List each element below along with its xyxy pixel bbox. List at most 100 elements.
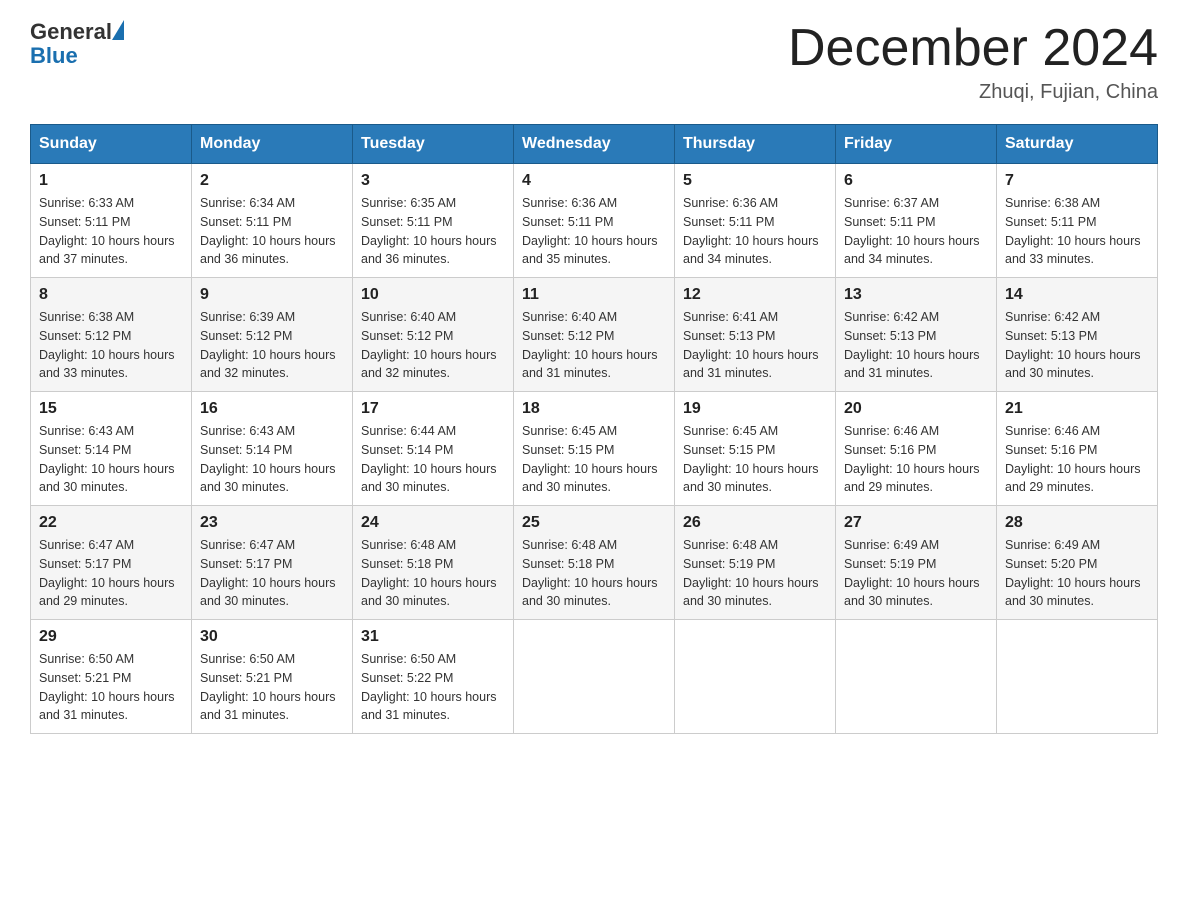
day-number: 30 [200,628,344,646]
day-number: 27 [844,514,988,532]
calendar-week-row: 8 Sunrise: 6:38 AMSunset: 5:12 PMDayligh… [31,278,1158,392]
day-number: 19 [683,400,827,418]
day-number: 7 [1005,172,1149,190]
day-info: Sunrise: 6:48 AMSunset: 5:19 PMDaylight:… [683,536,827,611]
day-info: Sunrise: 6:47 AMSunset: 5:17 PMDaylight:… [200,536,344,611]
calendar-day-cell: 3 Sunrise: 6:35 AMSunset: 5:11 PMDayligh… [353,164,514,278]
day-info: Sunrise: 6:38 AMSunset: 5:11 PMDaylight:… [1005,194,1149,269]
calendar-day-cell: 29 Sunrise: 6:50 AMSunset: 5:21 PMDaylig… [31,620,192,734]
day-number: 18 [522,400,666,418]
day-info: Sunrise: 6:36 AMSunset: 5:11 PMDaylight:… [522,194,666,269]
calendar-day-cell: 6 Sunrise: 6:37 AMSunset: 5:11 PMDayligh… [836,164,997,278]
logo-triangle-icon [112,20,124,40]
day-number: 13 [844,286,988,304]
day-number: 16 [200,400,344,418]
day-info: Sunrise: 6:40 AMSunset: 5:12 PMDaylight:… [361,308,505,383]
day-number: 5 [683,172,827,190]
calendar-day-cell: 30 Sunrise: 6:50 AMSunset: 5:21 PMDaylig… [192,620,353,734]
calendar-day-cell: 11 Sunrise: 6:40 AMSunset: 5:12 PMDaylig… [514,278,675,392]
day-number: 20 [844,400,988,418]
calendar-day-cell: 27 Sunrise: 6:49 AMSunset: 5:19 PMDaylig… [836,506,997,620]
day-number: 29 [39,628,183,646]
calendar-day-cell: 17 Sunrise: 6:44 AMSunset: 5:14 PMDaylig… [353,392,514,506]
calendar-day-cell: 31 Sunrise: 6:50 AMSunset: 5:22 PMDaylig… [353,620,514,734]
day-number: 2 [200,172,344,190]
day-info: Sunrise: 6:50 AMSunset: 5:21 PMDaylight:… [200,650,344,725]
day-info: Sunrise: 6:48 AMSunset: 5:18 PMDaylight:… [361,536,505,611]
day-number: 14 [1005,286,1149,304]
day-info: Sunrise: 6:34 AMSunset: 5:11 PMDaylight:… [200,194,344,269]
day-number: 28 [1005,514,1149,532]
day-number: 25 [522,514,666,532]
title-area: December 2024 Zhuqi, Fujian, China [788,20,1158,104]
calendar-day-cell: 19 Sunrise: 6:45 AMSunset: 5:15 PMDaylig… [675,392,836,506]
calendar-week-row: 1 Sunrise: 6:33 AMSunset: 5:11 PMDayligh… [31,164,1158,278]
day-number: 10 [361,286,505,304]
logo-blue: Blue [30,44,124,68]
day-number: 11 [522,286,666,304]
calendar-day-cell [997,620,1158,734]
day-number: 24 [361,514,505,532]
header-tuesday: Tuesday [353,125,514,164]
day-info: Sunrise: 6:43 AMSunset: 5:14 PMDaylight:… [200,422,344,497]
calendar-day-cell: 23 Sunrise: 6:47 AMSunset: 5:17 PMDaylig… [192,506,353,620]
day-number: 3 [361,172,505,190]
day-number: 12 [683,286,827,304]
day-number: 31 [361,628,505,646]
day-info: Sunrise: 6:50 AMSunset: 5:22 PMDaylight:… [361,650,505,725]
day-number: 6 [844,172,988,190]
calendar-day-cell: 14 Sunrise: 6:42 AMSunset: 5:13 PMDaylig… [997,278,1158,392]
day-number: 26 [683,514,827,532]
day-number: 22 [39,514,183,532]
day-info: Sunrise: 6:46 AMSunset: 5:16 PMDaylight:… [1005,422,1149,497]
day-info: Sunrise: 6:42 AMSunset: 5:13 PMDaylight:… [844,308,988,383]
day-info: Sunrise: 6:45 AMSunset: 5:15 PMDaylight:… [683,422,827,497]
calendar-day-cell: 15 Sunrise: 6:43 AMSunset: 5:14 PMDaylig… [31,392,192,506]
day-number: 15 [39,400,183,418]
day-info: Sunrise: 6:47 AMSunset: 5:17 PMDaylight:… [39,536,183,611]
day-info: Sunrise: 6:49 AMSunset: 5:20 PMDaylight:… [1005,536,1149,611]
day-number: 8 [39,286,183,304]
header-monday: Monday [192,125,353,164]
calendar-day-cell: 18 Sunrise: 6:45 AMSunset: 5:15 PMDaylig… [514,392,675,506]
day-number: 4 [522,172,666,190]
calendar-day-cell: 26 Sunrise: 6:48 AMSunset: 5:19 PMDaylig… [675,506,836,620]
day-number: 23 [200,514,344,532]
day-info: Sunrise: 6:50 AMSunset: 5:21 PMDaylight:… [39,650,183,725]
day-info: Sunrise: 6:49 AMSunset: 5:19 PMDaylight:… [844,536,988,611]
day-info: Sunrise: 6:37 AMSunset: 5:11 PMDaylight:… [844,194,988,269]
day-info: Sunrise: 6:36 AMSunset: 5:11 PMDaylight:… [683,194,827,269]
calendar-day-cell: 5 Sunrise: 6:36 AMSunset: 5:11 PMDayligh… [675,164,836,278]
calendar-day-cell [836,620,997,734]
calendar-day-cell: 2 Sunrise: 6:34 AMSunset: 5:11 PMDayligh… [192,164,353,278]
day-info: Sunrise: 6:35 AMSunset: 5:11 PMDaylight:… [361,194,505,269]
calendar-day-cell: 22 Sunrise: 6:47 AMSunset: 5:17 PMDaylig… [31,506,192,620]
header-friday: Friday [836,125,997,164]
day-info: Sunrise: 6:38 AMSunset: 5:12 PMDaylight:… [39,308,183,383]
day-info: Sunrise: 6:44 AMSunset: 5:14 PMDaylight:… [361,422,505,497]
day-info: Sunrise: 6:48 AMSunset: 5:18 PMDaylight:… [522,536,666,611]
day-number: 1 [39,172,183,190]
calendar-day-cell: 16 Sunrise: 6:43 AMSunset: 5:14 PMDaylig… [192,392,353,506]
header-thursday: Thursday [675,125,836,164]
calendar-week-row: 29 Sunrise: 6:50 AMSunset: 5:21 PMDaylig… [31,620,1158,734]
calendar-day-cell: 4 Sunrise: 6:36 AMSunset: 5:11 PMDayligh… [514,164,675,278]
day-number: 9 [200,286,344,304]
day-info: Sunrise: 6:33 AMSunset: 5:11 PMDaylight:… [39,194,183,269]
day-info: Sunrise: 6:46 AMSunset: 5:16 PMDaylight:… [844,422,988,497]
day-info: Sunrise: 6:43 AMSunset: 5:14 PMDaylight:… [39,422,183,497]
logo: General Blue [30,20,124,68]
header-sunday: Sunday [31,125,192,164]
day-info: Sunrise: 6:40 AMSunset: 5:12 PMDaylight:… [522,308,666,383]
location-subtitle: Zhuqi, Fujian, China [788,81,1158,104]
calendar-header-row: SundayMondayTuesdayWednesdayThursdayFrid… [31,125,1158,164]
calendar-day-cell: 9 Sunrise: 6:39 AMSunset: 5:12 PMDayligh… [192,278,353,392]
calendar-day-cell [514,620,675,734]
header: General Blue December 2024 Zhuqi, Fujian… [30,20,1158,104]
calendar-table: SundayMondayTuesdayWednesdayThursdayFrid… [30,124,1158,734]
calendar-day-cell: 10 Sunrise: 6:40 AMSunset: 5:12 PMDaylig… [353,278,514,392]
day-info: Sunrise: 6:41 AMSunset: 5:13 PMDaylight:… [683,308,827,383]
calendar-day-cell: 20 Sunrise: 6:46 AMSunset: 5:16 PMDaylig… [836,392,997,506]
calendar-week-row: 15 Sunrise: 6:43 AMSunset: 5:14 PMDaylig… [31,392,1158,506]
calendar-day-cell: 25 Sunrise: 6:48 AMSunset: 5:18 PMDaylig… [514,506,675,620]
